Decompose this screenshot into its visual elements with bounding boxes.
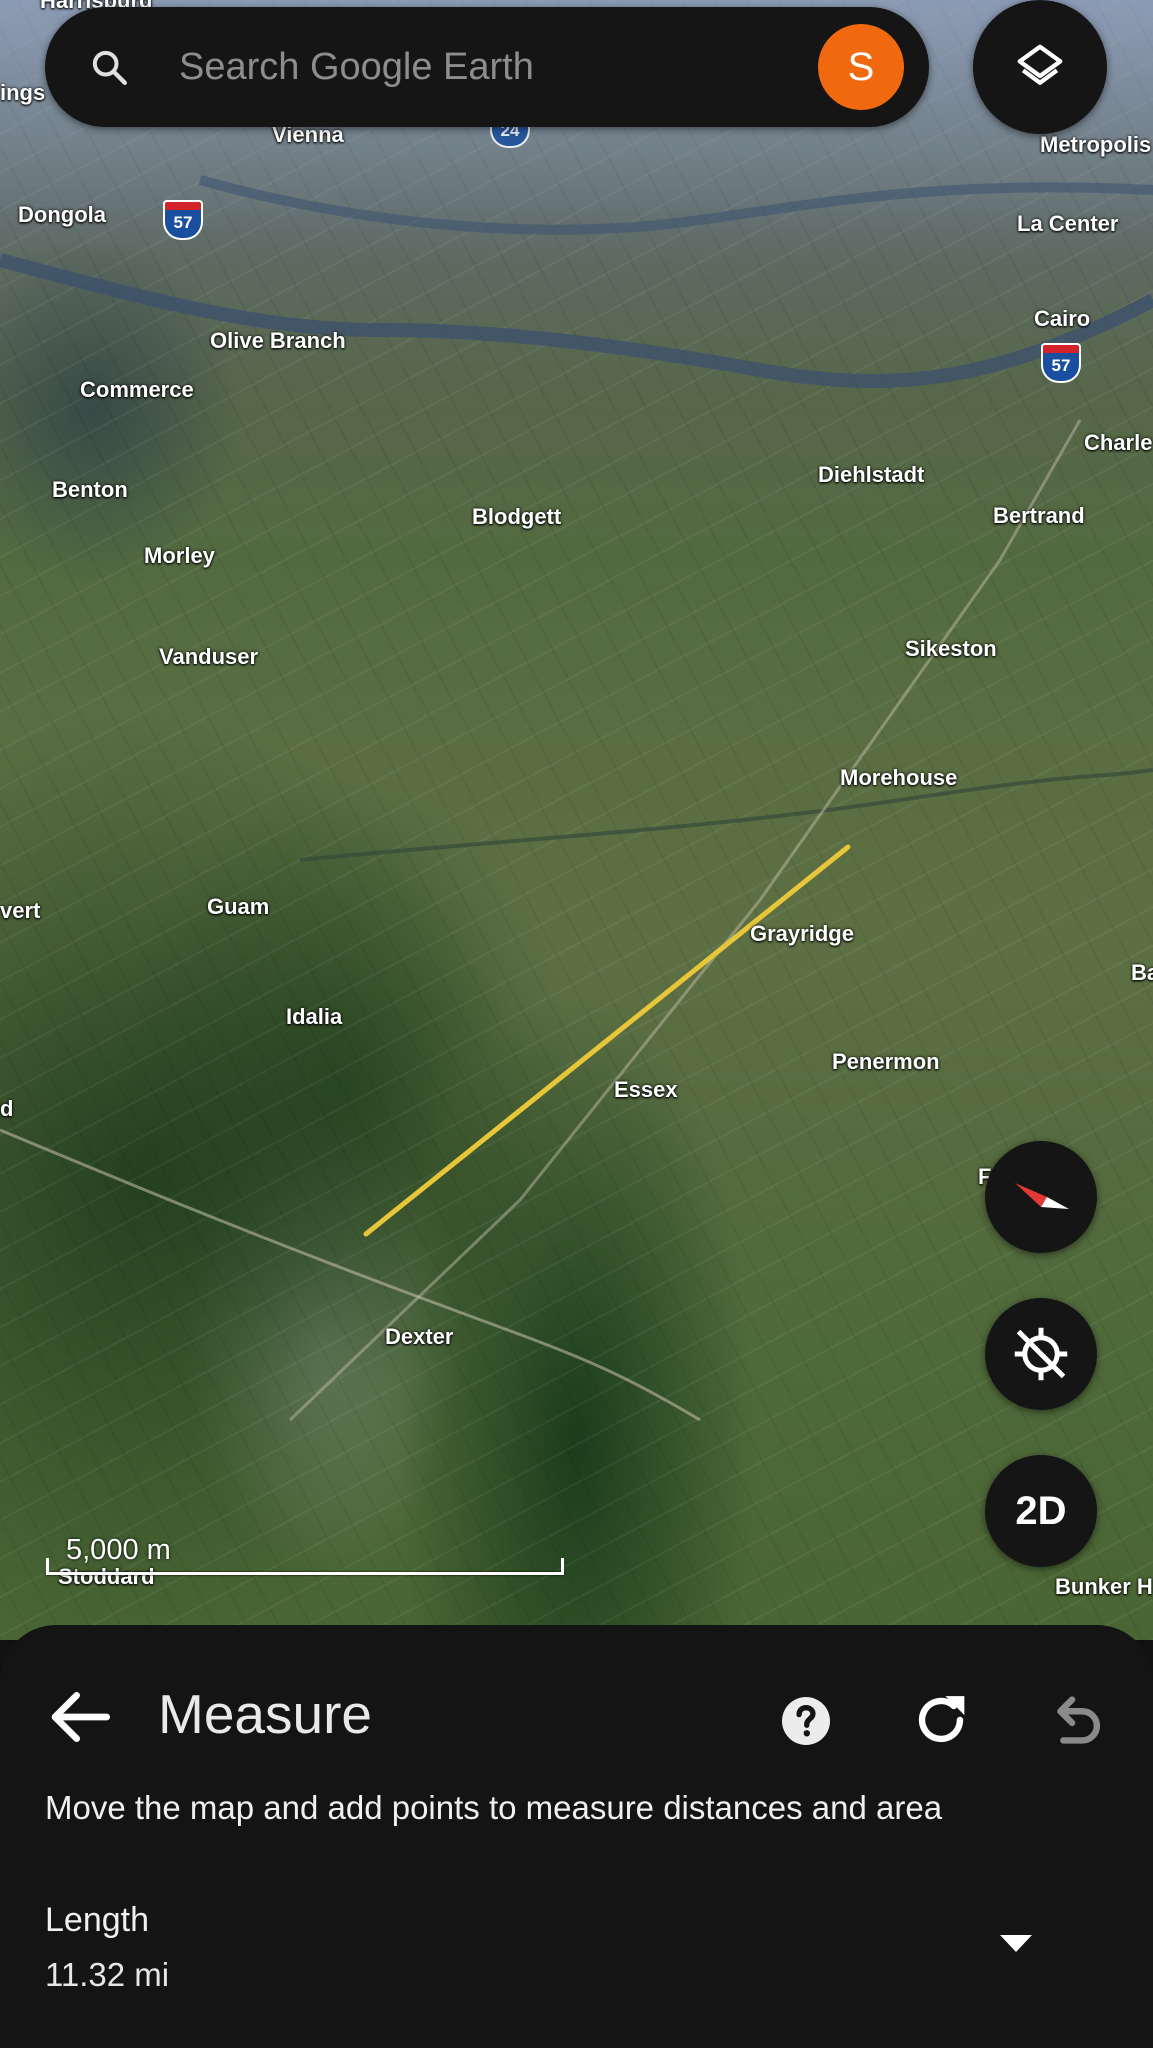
refresh-icon[interactable]	[906, 1685, 976, 1755]
place-label: Essex	[614, 1077, 678, 1102]
scale-bar: 5,000 m	[46, 1530, 566, 1580]
place-label: Dongola	[18, 202, 106, 227]
place-label: Bertrand	[993, 503, 1085, 528]
place-label: Benton	[52, 477, 128, 502]
place-label: Bunker H	[1055, 1574, 1153, 1599]
place-label: La Center	[1017, 211, 1119, 236]
place-label: Blodgett	[472, 504, 562, 529]
compass-button[interactable]	[985, 1141, 1097, 1253]
place-label: Commerce	[80, 377, 194, 402]
place-label: Diehlstadt	[818, 462, 925, 487]
place-label: Sikeston	[905, 636, 997, 661]
place-label: Guam	[207, 894, 270, 919]
place-label: Grayridge	[750, 921, 854, 946]
undo-icon[interactable]	[1040, 1685, 1110, 1755]
panel-title: Measure	[158, 1683, 372, 1745]
road	[0, 1128, 701, 1422]
place-label: Olive Branch	[210, 328, 346, 353]
back-arrow-icon[interactable]	[40, 1677, 120, 1757]
river	[299, 768, 1153, 862]
place-label: Vienna	[272, 122, 344, 147]
measure-panel: Measure Move the map and add points to m…	[0, 1625, 1153, 2048]
river	[0, 253, 1153, 389]
my-location-button[interactable]	[985, 1298, 1097, 1410]
place-label: Cairo	[1034, 306, 1091, 331]
measure-line	[363, 844, 851, 1237]
compass-icon	[1015, 1183, 1069, 1209]
length-label: Length	[45, 1901, 149, 1939]
location-off-icon	[1014, 1327, 1068, 1381]
interstate-shield-icon: 57	[163, 200, 203, 244]
account-avatar[interactable]: S	[818, 24, 904, 110]
river	[198, 175, 1153, 235]
place-label: Morehouse	[840, 765, 958, 790]
map-overlay	[0, 175, 1153, 1422]
place-label: Metropolis	[1040, 132, 1152, 157]
place-label: Dexter	[385, 1324, 454, 1349]
place-label: Penermon	[832, 1049, 940, 1074]
search-bar[interactable]: S	[45, 7, 929, 127]
layers-icon	[1017, 44, 1063, 85]
place-label: Morley	[144, 543, 215, 568]
map-view[interactable]: Harrisburg ings Vienna Metropolis Dongol…	[0, 0, 1153, 1640]
length-value: 11.32 mi	[45, 1956, 170, 1993]
scale-label: 5,000 m	[66, 1534, 171, 1566]
instructions-text: Move the map and add points to measure d…	[45, 1789, 943, 1826]
interstate-shield-icon: 57	[1041, 343, 1081, 387]
help-icon[interactable]	[774, 1689, 838, 1753]
place-label: Ba	[1131, 960, 1153, 985]
chevron-down-icon[interactable]	[990, 1925, 1042, 1961]
place-label: d	[0, 1096, 14, 1121]
search-input[interactable]	[179, 37, 819, 97]
place-label: ings	[0, 80, 46, 105]
place-label: Idalia	[286, 1004, 343, 1029]
place-label: Charle	[1084, 430, 1153, 455]
search-icon	[92, 50, 128, 86]
place-label: vert	[0, 898, 41, 923]
view-mode-2d-button[interactable]: 2D	[985, 1455, 1097, 1567]
road	[288, 419, 1082, 1422]
place-label: Vanduser	[159, 644, 259, 669]
layers-button[interactable]	[973, 0, 1107, 134]
